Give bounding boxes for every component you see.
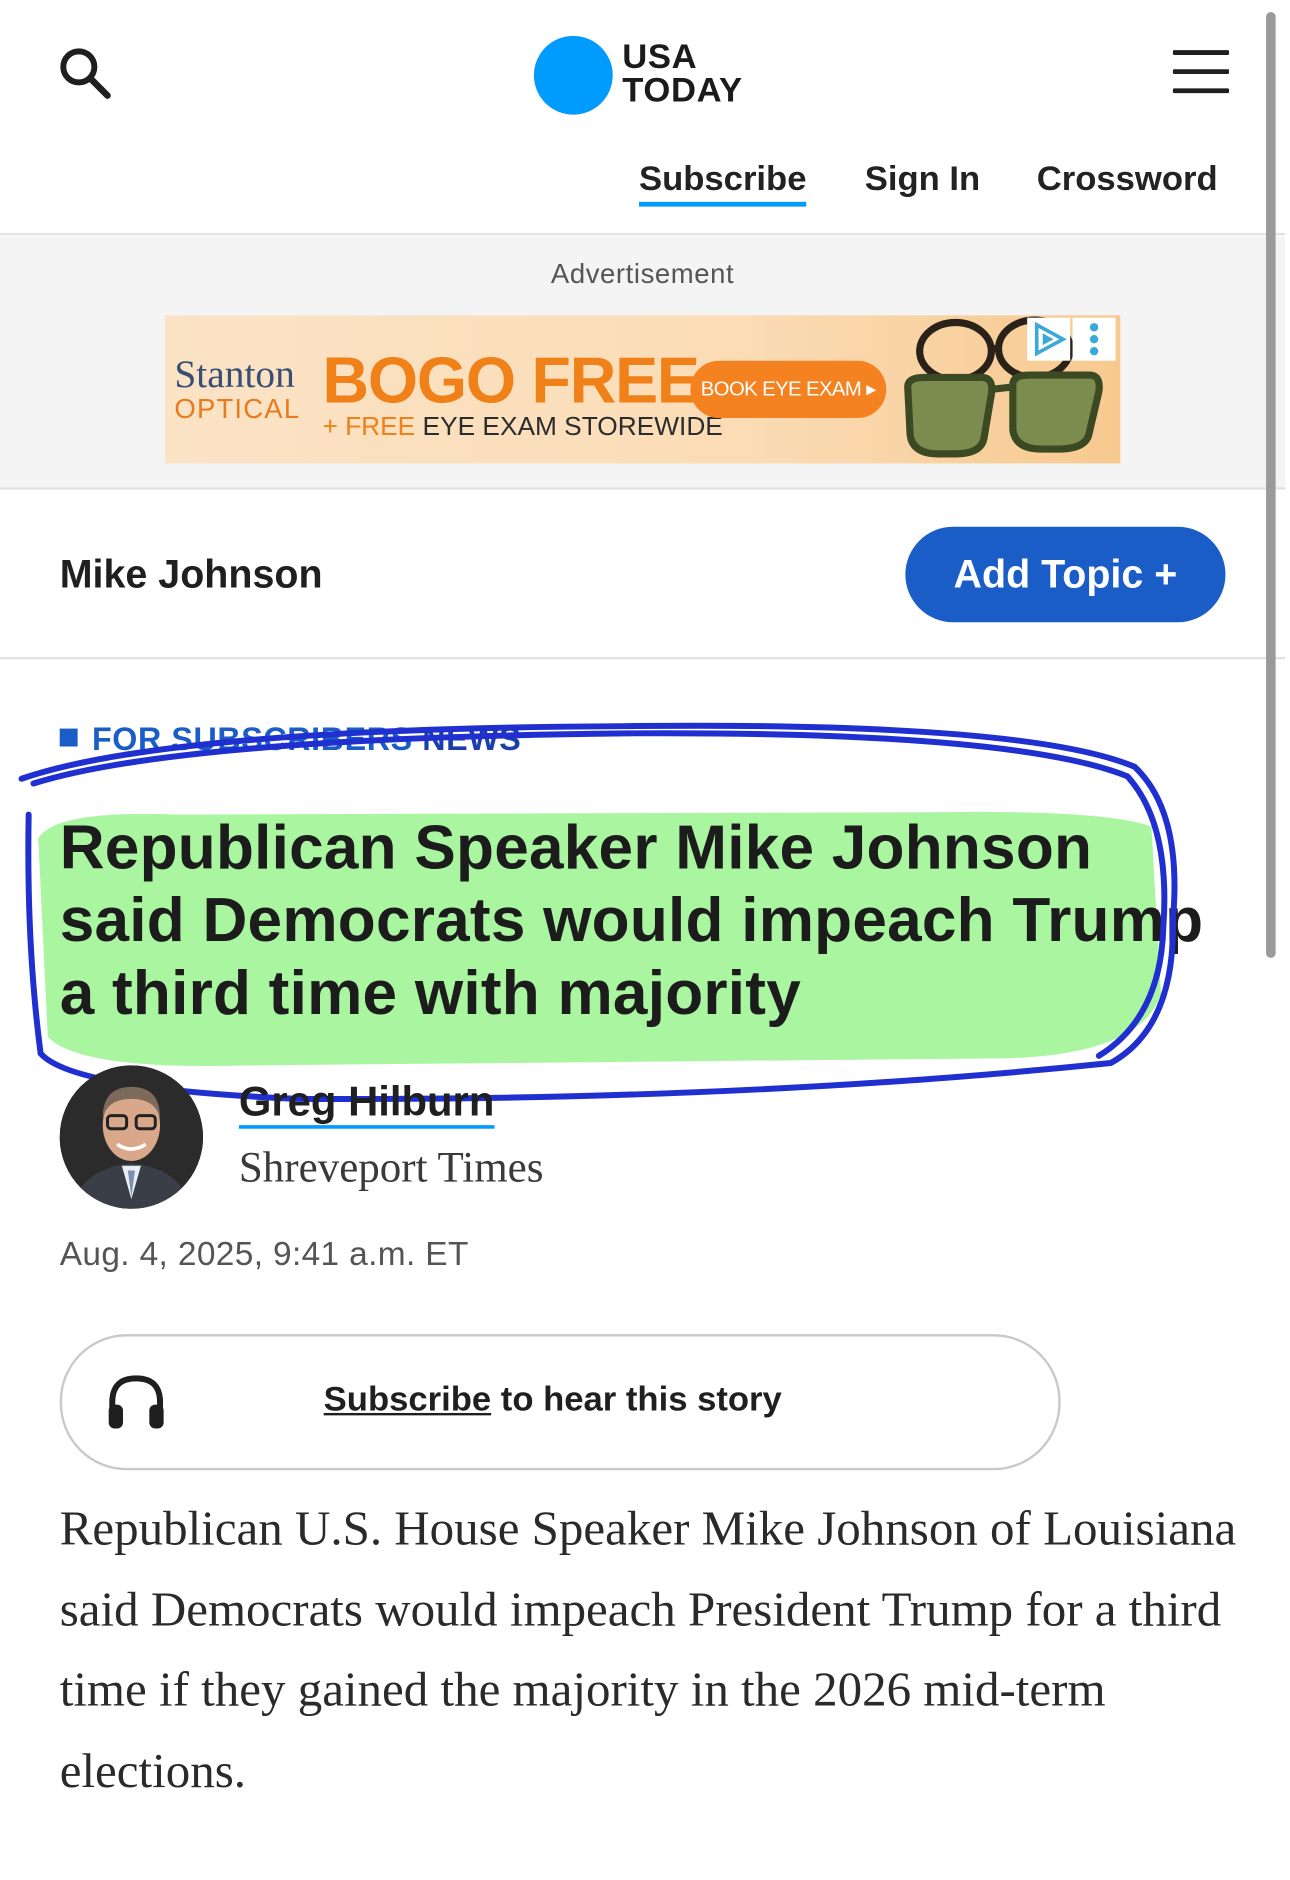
- ad-label: Advertisement: [550, 257, 735, 290]
- topic-divider: [0, 656, 1286, 660]
- logo-line-2: TODAY: [622, 71, 743, 110]
- logo-circle[interactable]: [533, 35, 613, 115]
- more-options-icon[interactable]: [1072, 317, 1116, 361]
- listen-text-rest: to hear this story: [491, 1380, 782, 1419]
- listen-text[interactable]: Subscribe to hear this story: [324, 1381, 782, 1420]
- ad-brand-name: Stanton: [174, 353, 295, 397]
- author-avatar[interactable]: [59, 1065, 204, 1209]
- header-divider: [0, 232, 1286, 236]
- ad-brand: Stanton OPTICAL: [174, 353, 301, 425]
- author-name-link[interactable]: Greg Hilburn: [238, 1079, 495, 1129]
- ad-brand-sub: OPTICAL: [174, 392, 301, 425]
- article-body-paragraph: Republican U.S. House Speaker Mike Johns…: [59, 1500, 1237, 1797]
- logo-line-1: USA: [622, 38, 698, 77]
- ad-subline-prefix: + FREE: [322, 410, 416, 441]
- search-icon[interactable]: [57, 45, 112, 100]
- menu-icon[interactable]: [1172, 50, 1230, 95]
- annotation-circle: [18, 722, 1178, 1102]
- scrollbar[interactable]: [1266, 11, 1276, 958]
- crossword-link[interactable]: Crossword: [1037, 160, 1218, 199]
- add-topic-button[interactable]: Add Topic +: [905, 526, 1226, 623]
- publish-date: Aug. 4, 2025, 9:41 a.m. ET: [59, 1235, 469, 1273]
- logo-wordmark[interactable]: USA TODAY: [622, 38, 743, 110]
- ad-headline: BOGO FREE: [322, 345, 699, 417]
- ad-divider: [0, 487, 1286, 490]
- listen-subscribe-link[interactable]: Subscribe: [324, 1381, 491, 1419]
- topic-name[interactable]: Mike Johnson: [60, 552, 323, 597]
- ad-subline: + FREE EYE EXAM STOREWIDE: [322, 411, 722, 442]
- ad-book-button[interactable]: BOOK EYE EXAM ▸: [690, 360, 887, 419]
- ad-subline-rest: EYE EXAM STOREWIDE: [422, 410, 723, 441]
- sign-in-link[interactable]: Sign In: [865, 160, 980, 199]
- subscribe-link[interactable]: Subscribe: [639, 160, 807, 207]
- headphones-icon: [108, 1375, 164, 1429]
- ad-banner[interactable]: Stanton OPTICAL BOGO FREE + FREE EYE EXA…: [164, 315, 1121, 464]
- author-publication: Shreveport Times: [238, 1143, 544, 1191]
- ad-choices-icon[interactable]: [1027, 317, 1071, 361]
